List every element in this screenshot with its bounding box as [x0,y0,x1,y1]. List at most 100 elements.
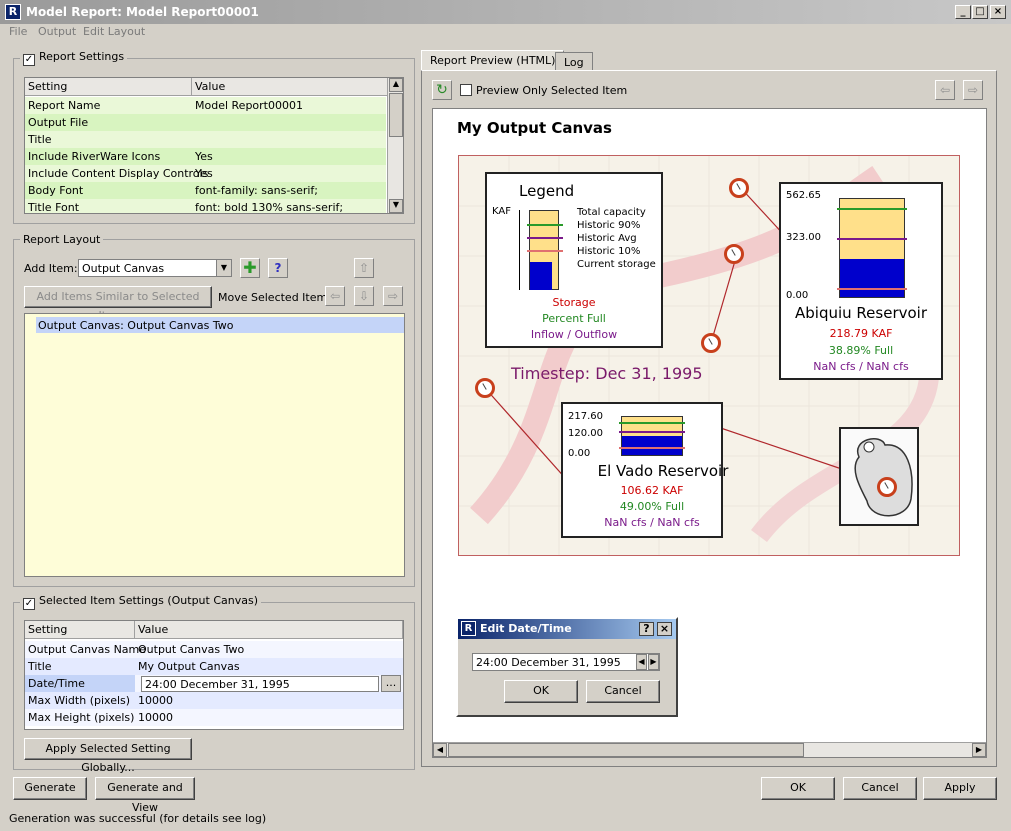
abiquiu-bot-tick: 0.00 [786,290,809,301]
legend-storage: Storage [552,296,596,309]
abiquiu-top-tick: 562.65 [786,190,821,201]
minimize-button[interactable]: _ [955,5,971,19]
table-row[interactable]: Date/Time 24:00 December 31, 1995 ... [25,675,403,692]
dialog-help-button[interactable]: ? [639,622,654,636]
legend-flow: Inflow / Outflow [530,328,618,341]
html-preview[interactable]: My Output Canvas Legend KAF Total capaci… [432,108,987,758]
scroll-up-icon[interactable]: ▲ [389,78,403,92]
report-settings-checkbox[interactable]: ✓ [23,54,35,66]
move-up-icon[interactable]: ⇧ [354,258,374,278]
table-row[interactable]: Include RiverWare Icons Yes [25,148,386,165]
table-row[interactable]: Title Font font: bold 130% sans-serif; [25,199,386,213]
status-text: Generation was successful (for details s… [9,812,267,825]
gauge-node-icon[interactable] [724,244,744,264]
help-icon[interactable]: ? [268,258,288,278]
legend-lines: Total capacity Historic 90% Historic Avg… [577,207,656,270]
add-icon[interactable]: ✚ [240,258,260,278]
add-item-select[interactable]: Output Canvas ▼ [78,259,232,277]
report-settings-table: Setting Value Report Name Model Report000… [24,77,404,214]
cancel-button[interactable]: Cancel [843,777,917,800]
elvado-top-tick: 217.60 [568,411,603,422]
abiquiu-storage-bar [840,259,904,297]
selected-settings-checkbox[interactable]: ✓ [23,598,35,610]
timestep-label: Timestep: Dec 31, 1995 [511,364,703,383]
refresh-icon[interactable]: ↻ [432,80,452,100]
elvado-panel[interactable]: 217.60 120.00 0.00 El Vado Reservoir 106… [561,402,728,538]
elvado-storage-bar [622,436,682,455]
dialog-ok-button[interactable]: OK [504,680,578,703]
generate-button[interactable]: Generate [13,777,87,800]
dialog-title: Edit Date/Time [480,622,572,635]
back-icon[interactable]: ⇦ [935,80,955,100]
tab-log[interactable]: Log [555,52,593,71]
dialog-datetime-input[interactable]: 24:00 December 31, 1995 [472,653,660,671]
reservoir-object-icon [854,438,913,517]
scroll-thumb[interactable] [448,743,804,757]
selected-settings-label: Selected Item Settings (Output Canvas) [39,594,258,607]
scroll-down-icon[interactable]: ▼ [389,199,403,213]
table-row[interactable]: Max Height (pixels) 10000 [25,709,403,726]
tab-report-preview[interactable]: Report Preview (HTML) [421,50,565,71]
object-icon-panel[interactable] [839,427,919,526]
gauge-node-icon[interactable] [877,477,897,497]
menu-file[interactable]: File [9,25,27,38]
abiquiu-panel[interactable]: 562.65 323.00 0.00 Abiquiu Reservoir 218… [779,182,943,380]
vertical-scrollbar[interactable]: ▲ ▼ [387,78,403,213]
move-left-icon[interactable]: ⇦ [325,286,345,306]
menu-output[interactable]: Output [38,25,76,38]
apply-globally-button[interactable]: Apply Selected Setting Globally... [24,738,192,774]
app-icon: R [5,4,21,20]
legend-current-bar [530,262,552,290]
edit-datetime-dialog: R Edit Date/Time ? × 24:00 December 31, … [456,617,678,717]
spin-right-icon[interactable]: ▶ [648,654,659,670]
horizontal-scrollbar[interactable]: ◀ ▶ [433,742,986,757]
column-header-setting[interactable]: Setting [25,78,192,96]
table-row[interactable]: Title [25,131,386,148]
scroll-left-icon[interactable]: ◀ [433,743,447,757]
preview-only-checkbox[interactable] [460,84,472,96]
add-item-label: Add Item: [24,262,78,275]
gauge-node-icon[interactable] [729,178,749,198]
ellipsis-button[interactable]: ... [381,675,401,692]
gauge-node-icon[interactable] [701,333,721,353]
ok-button[interactable]: OK [761,777,835,800]
table-row[interactable]: Body Font font-family: sans-serif; [25,182,386,199]
dialog-cancel-button[interactable]: Cancel [586,680,660,703]
abiquiu-full: 38.89% Full [828,344,894,357]
table-row[interactable]: Max Width (pixels) 10000 [25,692,403,709]
move-right-icon[interactable]: ⇨ [383,286,403,306]
add-similar-button[interactable]: Add Items Similar to Selected Item ... [24,286,212,322]
generate-and-view-button[interactable]: Generate and View [95,777,195,814]
gauge-node-icon[interactable] [475,378,495,398]
abiquiu-storage: 218.79 KAF [829,327,893,340]
chevron-down-icon[interactable]: ▼ [216,260,231,276]
report-settings-label: Report Settings [39,50,125,63]
move-down-icon[interactable]: ⇩ [354,286,374,306]
scroll-thumb[interactable] [389,93,403,137]
elvado-name: El Vado Reservoir [597,462,729,480]
table-row[interactable]: Title My Output Canvas [25,658,403,675]
elvado-bot-tick: 0.00 [568,448,591,459]
spin-left-icon[interactable]: ◀ [636,654,647,670]
selected-settings-table: Setting Value Output Canvas Name Output C… [24,620,404,730]
scroll-right-icon[interactable]: ▶ [972,743,986,757]
dialog-close-button[interactable]: × [657,622,672,636]
table-row[interactable]: Output Canvas Name Output Canvas Two [25,641,403,658]
close-button[interactable]: × [990,5,1006,19]
menu-edit-layout[interactable]: Edit Layout [83,25,145,38]
list-item[interactable]: Output Canvas: Output Canvas Two [36,317,404,333]
table-row[interactable]: Output File [25,114,386,131]
move-selected-label: Move Selected Item: [218,291,331,304]
table-row[interactable]: Include Content Display Controls Yes [25,165,386,182]
datetime-field[interactable]: 24:00 December 31, 1995 [141,676,379,692]
layout-item-list[interactable]: Output Canvas: Output Canvas Two [24,313,405,577]
legend-panel: Legend KAF Total capacity Historic 90% H… [485,172,663,348]
table-row[interactable]: Report Name Model Report00001 [25,97,386,114]
maximize-button[interactable]: □ [972,5,988,19]
column-header-value[interactable]: Value [135,621,403,639]
column-header-setting[interactable]: Setting [25,621,135,639]
legend-title: Legend [519,182,575,200]
forward-icon[interactable]: ⇨ [963,80,983,100]
apply-button[interactable]: Apply [923,777,997,800]
column-header-value[interactable]: Value [192,78,388,96]
